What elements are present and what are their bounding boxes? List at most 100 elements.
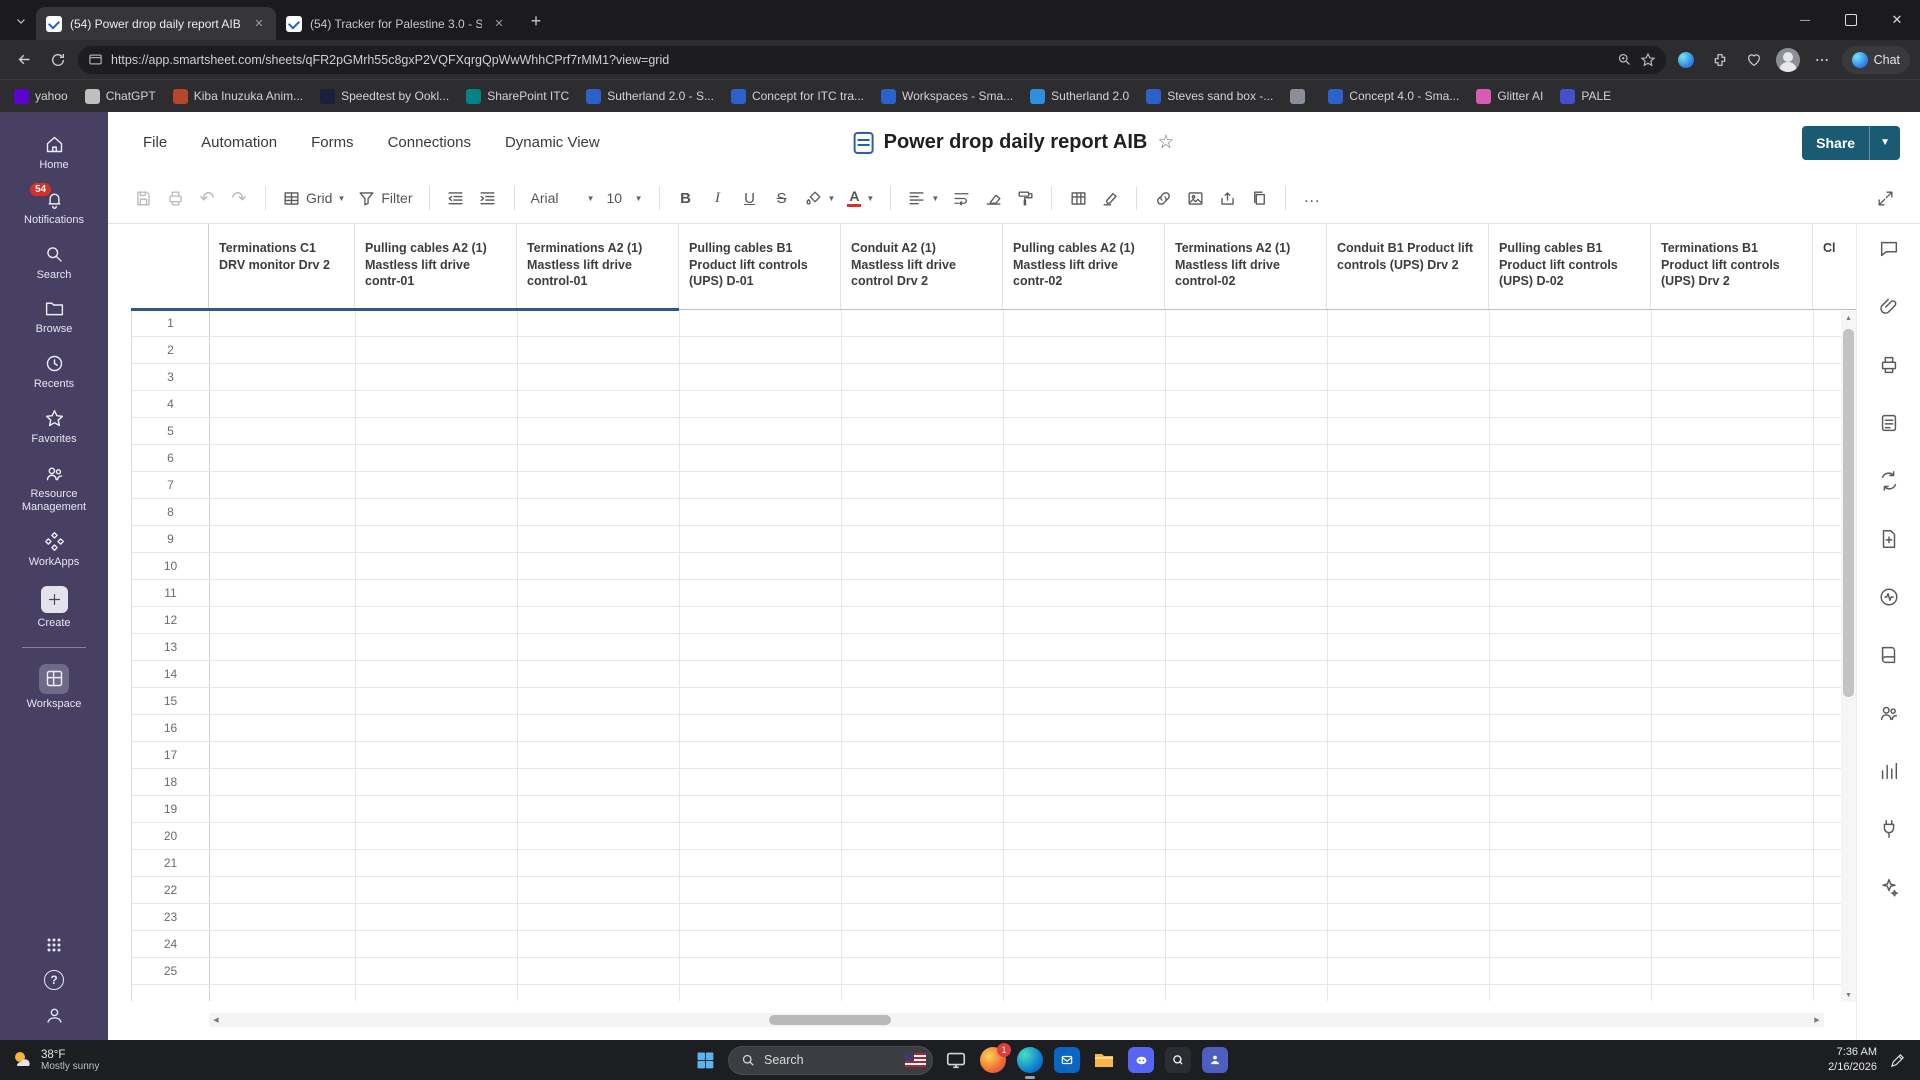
row-number[interactable]: 2	[132, 337, 210, 363]
grid-cell[interactable]	[518, 364, 680, 390]
grid-cell[interactable]	[356, 607, 518, 633]
browser-menu-button[interactable]	[1808, 46, 1836, 74]
grid-cell[interactable]	[1490, 823, 1652, 849]
column-header[interactable]: Pulling cables B1 Product lift controls …	[1489, 224, 1651, 309]
grid-cell[interactable]	[1166, 823, 1328, 849]
file-explorer-app[interactable]	[1090, 1046, 1118, 1074]
zoom-icon[interactable]	[1617, 52, 1632, 67]
grid-cell[interactable]	[1328, 742, 1490, 768]
grid-cell[interactable]	[518, 877, 680, 903]
grid-cell[interactable]	[1004, 931, 1166, 957]
column-header[interactable]: Conduit B1 Product lift controls (UPS) D…	[1327, 224, 1489, 309]
grid-cell[interactable]	[518, 580, 680, 606]
grid-cell[interactable]	[1166, 553, 1328, 579]
grid-cell[interactable]	[842, 607, 1004, 633]
grid-cell[interactable]	[842, 958, 1004, 984]
grid-cell[interactable]	[1328, 769, 1490, 795]
grid-cell[interactable]	[1004, 715, 1166, 741]
grid-cell[interactable]	[1652, 553, 1814, 579]
row-number[interactable]: 19	[132, 796, 210, 822]
ai-assistant-button[interactable]	[1878, 876, 1900, 903]
discord-app[interactable]	[1127, 1046, 1155, 1074]
row-number[interactable]: 1	[132, 310, 210, 336]
publish-button[interactable]	[1212, 183, 1242, 213]
bookmark-item[interactable]: Sutherland 2.0 - S...	[586, 88, 714, 104]
grid-cell[interactable]	[1166, 877, 1328, 903]
grid-cell[interactable]	[1328, 472, 1490, 498]
bookmark-item[interactable]: Steves sand box -...	[1146, 88, 1273, 104]
grid-cell[interactable]	[356, 769, 518, 795]
grid-cell[interactable]	[1166, 715, 1328, 741]
grid-cell[interactable]	[842, 499, 1004, 525]
grid-cell[interactable]	[680, 742, 842, 768]
grid-cell[interactable]	[1490, 526, 1652, 552]
grid-cell[interactable]	[1652, 688, 1814, 714]
grid-cell[interactable]	[1328, 526, 1490, 552]
grid-cell[interactable]	[1328, 634, 1490, 660]
scroll-right-arrow[interactable]: ▶	[1810, 1016, 1824, 1024]
bookmark-item[interactable]: yahoo	[14, 88, 68, 104]
tab-search-button[interactable]	[6, 6, 36, 36]
pen-icon[interactable]	[1889, 1052, 1906, 1069]
grid-cell[interactable]	[1328, 931, 1490, 957]
grid-cell[interactable]	[1652, 931, 1814, 957]
grid-cell[interactable]	[680, 580, 842, 606]
taskbar-search[interactable]: Search	[728, 1045, 933, 1075]
menu-item[interactable]: Dynamic View	[505, 134, 600, 151]
grid-cell[interactable]	[1004, 769, 1166, 795]
grid-cell[interactable]	[356, 364, 518, 390]
sidebar-item-resource-management[interactable]: Resource Management	[0, 455, 108, 524]
browser-app-with-badge[interactable]: 1	[979, 1043, 1011, 1074]
row-number[interactable]: 11	[132, 580, 210, 606]
grid-cell[interactable]	[842, 877, 1004, 903]
grid-cell[interactable]	[1004, 634, 1166, 660]
grid-cell[interactable]	[1004, 661, 1166, 687]
grid-cell[interactable]	[680, 877, 842, 903]
grid-cell[interactable]	[1004, 445, 1166, 471]
grid-cell[interactable]	[1652, 715, 1814, 741]
grid-cell[interactable]	[518, 418, 680, 444]
grid-cell[interactable]	[1490, 418, 1652, 444]
grid-cell[interactable]	[518, 634, 680, 660]
edge-app[interactable]	[1016, 1046, 1044, 1079]
bookmark-item[interactable]: Workspaces - Sma...	[881, 88, 1013, 104]
grid-cell[interactable]	[210, 337, 356, 363]
grid-cell[interactable]	[680, 985, 842, 1001]
grid-cell[interactable]	[1328, 688, 1490, 714]
horizontal-scroll-track[interactable]	[223, 1013, 1810, 1027]
grid-cell[interactable]	[1652, 472, 1814, 498]
italic-button[interactable]: I	[703, 183, 733, 213]
column-header[interactable]: Terminations C1 DRV monitor Drv 2	[209, 224, 355, 309]
grid-cell[interactable]	[842, 445, 1004, 471]
grid-cell[interactable]	[1166, 472, 1328, 498]
row-number[interactable]: 17	[132, 742, 210, 768]
row-number[interactable]: 6	[132, 445, 210, 471]
copilot-button[interactable]	[1672, 46, 1700, 74]
strikethrough-button[interactable]: S	[767, 183, 797, 213]
grid-cell[interactable]	[842, 796, 1004, 822]
underline-button[interactable]: U	[735, 183, 765, 213]
maximize-button[interactable]	[1828, 0, 1874, 40]
bookmark-item[interactable]: Sutherland 2.0	[1030, 88, 1129, 104]
grid-cell[interactable]	[210, 877, 356, 903]
view-selector[interactable]: Grid	[277, 183, 350, 213]
grid-cell[interactable]	[1490, 445, 1652, 471]
grid-cell[interactable]	[1328, 958, 1490, 984]
grid-cell[interactable]	[1652, 310, 1814, 336]
share-button[interactable]: Share	[1802, 125, 1900, 160]
grid-cell[interactable]	[842, 823, 1004, 849]
grid-cell[interactable]	[210, 661, 356, 687]
grid-cell[interactable]	[1004, 985, 1166, 1001]
grid-cell[interactable]	[842, 310, 1004, 336]
grid-cell[interactable]	[1328, 499, 1490, 525]
grid-cell[interactable]	[1166, 580, 1328, 606]
sidebar-item-search[interactable]: Search	[0, 236, 108, 291]
grid-cell[interactable]	[1166, 850, 1328, 876]
expand-button[interactable]	[1870, 183, 1900, 213]
grid-cell[interactable]	[1490, 310, 1652, 336]
grid-corner-cell[interactable]	[131, 224, 209, 309]
grid-cell[interactable]	[1490, 715, 1652, 741]
grid-cell[interactable]	[518, 688, 680, 714]
grid-cell[interactable]	[1004, 823, 1166, 849]
grid-cell[interactable]	[842, 526, 1004, 552]
